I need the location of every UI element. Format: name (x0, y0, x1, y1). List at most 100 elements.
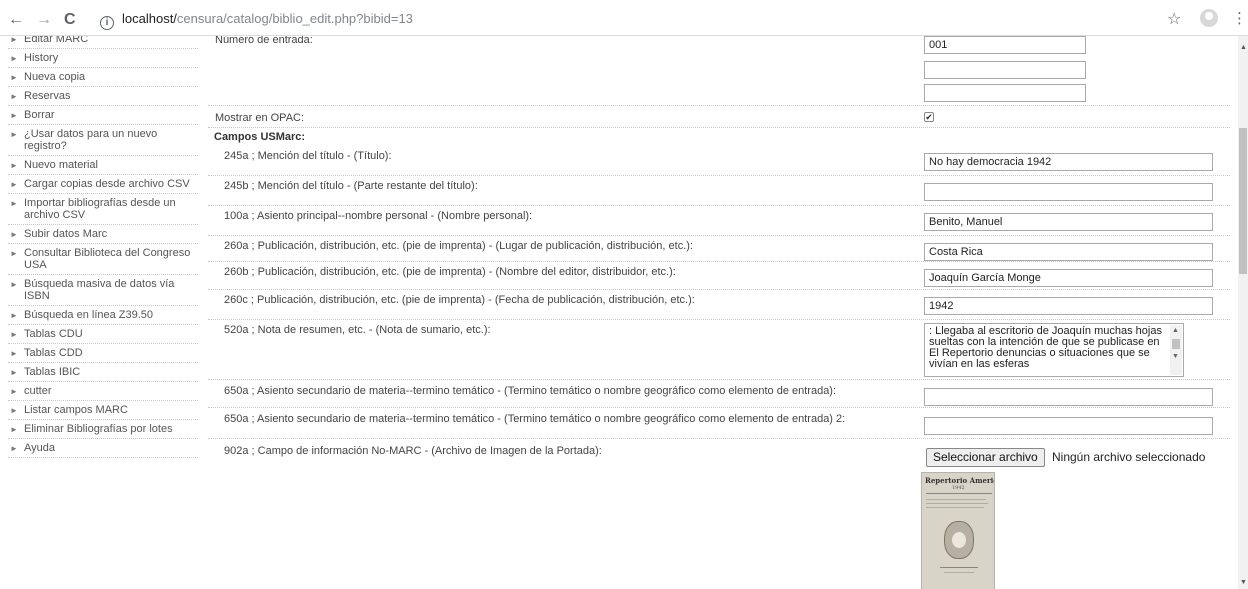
sidebar-item[interactable]: ► Reservas (8, 87, 198, 106)
summary-text: : Llegaba al escritorio de Joaquín mucha… (929, 325, 1162, 370)
marc-field-row: 260b ; Publicación, distribución, etc. (… (208, 262, 1230, 290)
sidebar-item[interactable]: ► Nueva copia (8, 68, 198, 87)
summary-textarea[interactable]: : Llegaba al escritorio de Joaquín mucha… (924, 323, 1184, 377)
sidebar-item[interactable]: ► Subir datos Marc (8, 225, 198, 244)
marc-field-input[interactable] (924, 183, 1213, 201)
usmarc-section-title: Campos USMarc: (214, 131, 306, 143)
scroll-thumb[interactable] (1172, 339, 1180, 349)
sidebar-item[interactable]: ► Listar campos MARC (8, 401, 198, 420)
sidebar-item-label: Reservas (24, 90, 71, 102)
sidebar-item[interactable]: ► Búsqueda masiva de datos vía ISBN (8, 275, 198, 306)
subject-label-2: 650a ; Asiento secundario de materia--te… (224, 413, 846, 425)
sidebar-item-label: Listar campos MARC (24, 404, 128, 416)
marc-field-row: 245b ; Mención del título - (Parte resta… (208, 176, 1230, 206)
marc-field-row: 260a ; Publicación, distribución, etc. (… (208, 236, 1230, 262)
info-icon[interactable]: i (100, 16, 114, 30)
scroll-up-icon[interactable]: ▲ (1172, 325, 1179, 336)
chevron-right-icon: ► (10, 230, 18, 239)
marc-field-label: 260c ; Publicación, distribución, etc. (… (224, 294, 695, 306)
profile-avatar-icon[interactable] (1200, 9, 1218, 27)
chevron-right-icon: ► (10, 349, 18, 358)
sidebar-item-label: Subir datos Marc (24, 228, 108, 240)
sidebar-item-label: Editar MARC (24, 36, 89, 45)
back-icon[interactable]: ← (8, 11, 24, 29)
browser-menu-icon[interactable]: ⋮ (1232, 9, 1247, 27)
cover-portrait (944, 521, 974, 559)
biblio-edit-form: Número de entrada: 001 Mostrar en OPAC: … (208, 36, 1230, 589)
sidebar-item[interactable]: ► Nuevo material (8, 156, 198, 175)
marc-field-input[interactable]: Benito, Manuel (924, 213, 1213, 231)
sidebar-item[interactable]: ► Eliminar Bibliografías por lotes (8, 420, 198, 439)
chevron-right-icon: ► (10, 280, 18, 289)
chevron-right-icon: ► (10, 330, 18, 339)
chevron-right-icon: ► (10, 311, 18, 320)
entry-number-field-2[interactable] (924, 61, 1086, 79)
sidebar-item[interactable]: ► Búsqueda en línea Z39.50 (8, 306, 198, 325)
marc-field-input[interactable]: Joaquín García Monge (924, 269, 1213, 287)
sidebar-item-label: Búsqueda en línea Z39.50 (24, 309, 154, 321)
chevron-right-icon: ► (10, 111, 18, 120)
chevron-right-icon: ► (10, 130, 18, 139)
address-bar[interactable]: i localhost/censura/catalog/biblio_edit.p… (100, 8, 1180, 30)
sidebar-item-label: Borrar (24, 109, 55, 121)
sidebar-item-label: Tablas IBIC (24, 366, 81, 378)
sidebar-menu: ► Editar MARC ► History ► Nueva copia ► Reserva… (0, 36, 200, 589)
entry-number-field-3[interactable] (924, 84, 1086, 102)
subject-input-2[interactable] (924, 417, 1213, 435)
cover-image-title: Repertorio Americano (925, 476, 994, 485)
marc-field-input[interactable]: No hay democracia 1942 (924, 153, 1213, 171)
summary-scrollbar[interactable]: ▲ ▼ (1170, 325, 1182, 375)
cover-image: Repertorio Americano 1942 (921, 472, 995, 589)
entry-number-row: Número de entrada: 001 (208, 36, 1230, 106)
sidebar-item[interactable]: ► Tablas CDD (8, 344, 198, 363)
marc-field-row: 245a ; Mención del título - (Título): No … (208, 146, 1230, 176)
page-scrollbar[interactable]: ▲ ▼ (1238, 36, 1248, 589)
sidebar-item[interactable]: ► Tablas CDU (8, 325, 198, 344)
sidebar-item[interactable]: ► Tablas IBIC (8, 363, 198, 382)
marc-field-label: 245b ; Mención del título - (Parte resta… (224, 180, 478, 192)
sidebar-item[interactable]: ► Consultar Biblioteca del Congreso USA (8, 244, 198, 275)
sidebar-item-label: History (24, 52, 59, 64)
sidebar-item[interactable]: ► ¿Usar datos para un nuevo registro? (8, 125, 198, 156)
url-host: localhost/ (122, 11, 177, 26)
sidebar-item[interactable]: ► History (8, 49, 198, 68)
chevron-right-icon: ► (10, 444, 18, 453)
chevron-right-icon: ► (10, 368, 18, 377)
sidebar-item[interactable]: ► Borrar (8, 106, 198, 125)
cover-image-year: 1942 (952, 485, 965, 491)
forward-icon[interactable]: → (36, 11, 52, 29)
sidebar-item-label: Búsqueda masiva de datos vía ISBN (24, 278, 175, 302)
entry-number-field-1[interactable]: 001 (924, 36, 1086, 54)
cover-rule (926, 507, 984, 508)
sidebar-item-label: Tablas CDU (24, 328, 83, 340)
marc-field-label: 100a ; Asiento principal--nombre persona… (224, 210, 533, 222)
select-file-button[interactable]: Seleccionar archivo (926, 448, 1045, 467)
marc-field-input[interactable]: Costa Rica (924, 243, 1213, 261)
scroll-down-icon[interactable]: ▼ (1172, 351, 1179, 362)
reload-icon[interactable]: C (64, 11, 76, 29)
url-path: censura/catalog/biblio_edit.php?bibid=13 (176, 11, 413, 26)
chevron-right-icon: ► (10, 54, 18, 63)
cover-rule (944, 572, 974, 573)
sidebar-item[interactable]: ► Ayuda (8, 439, 198, 458)
bookmark-star-icon[interactable]: ☆ (1167, 9, 1181, 29)
sidebar-item-label: Nuevo material (24, 159, 98, 171)
sidebar-item[interactable]: ► cutter (8, 382, 198, 401)
summary-row: 520a ; Nota de resumen, etc. - (Nota de … (208, 320, 1230, 380)
subject-label-1: 650a ; Asiento secundario de materia--te… (224, 385, 837, 397)
marc-field-row: 100a ; Asiento principal--nombre persona… (208, 206, 1230, 236)
sidebar-item[interactable]: ► Importar bibliografías desde un archivo… (8, 194, 198, 225)
chevron-right-icon: ► (10, 406, 18, 415)
page-scroll-thumb[interactable] (1239, 128, 1247, 274)
sidebar-item[interactable]: ► Cargar copias desde archivo CSV (8, 175, 198, 194)
page-scroll-up-icon[interactable]: ▲ (1240, 44, 1247, 51)
sidebar-item[interactable]: ► Editar MARC (8, 36, 198, 49)
opac-checkbox[interactable]: ✔ (924, 112, 934, 122)
cover-label: 902a ; Campo de información No-MARC - (A… (224, 445, 602, 457)
cover-rule (940, 567, 978, 568)
page-scroll-down-icon[interactable]: ▼ (1240, 579, 1247, 586)
sidebar-item-label: Cargar copias desde archivo CSV (24, 178, 190, 190)
subject-input-1[interactable] (924, 388, 1213, 406)
marc-field-input[interactable]: 1942 (924, 297, 1213, 315)
chevron-right-icon: ► (10, 387, 18, 396)
